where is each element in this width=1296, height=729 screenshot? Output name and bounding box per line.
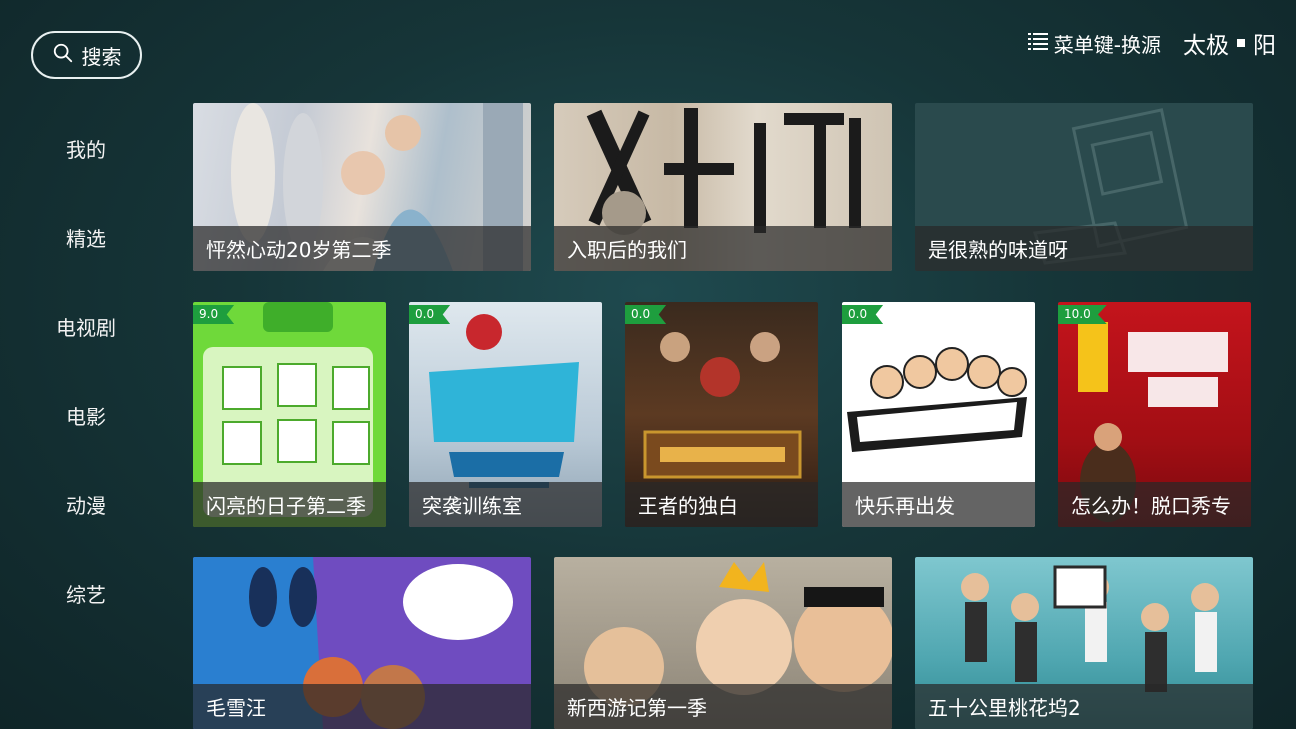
search-button[interactable]: 搜索 bbox=[31, 31, 142, 79]
media-card[interactable]: 9.0 闪亮的日子第二季 bbox=[193, 302, 386, 527]
card-title: 快乐再出发 bbox=[842, 482, 1035, 527]
source-name: 太极 bbox=[1183, 33, 1229, 59]
media-card[interactable]: 0.0 快乐再出发 bbox=[842, 302, 1035, 527]
sidebar-item-tv-series[interactable]: 电视剧 bbox=[0, 282, 172, 371]
sidebar-item-variety[interactable]: 综艺 bbox=[0, 549, 172, 638]
card-title: 是很熟的味道呀 bbox=[915, 226, 1253, 271]
card-title: 王者的独白 bbox=[625, 482, 818, 527]
media-card[interactable]: 毛雪汪 bbox=[193, 557, 531, 729]
separator-dot bbox=[1237, 39, 1245, 47]
card-title: 突袭训练室 bbox=[409, 482, 602, 527]
sidebar-item-anime[interactable]: 动漫 bbox=[0, 460, 172, 549]
menu-hint-text: 菜单键-换源 bbox=[1053, 32, 1161, 57]
media-card[interactable]: 0.0 王者的独白 bbox=[625, 302, 818, 527]
card-title: 怎么办！脱口秀专 bbox=[1058, 482, 1251, 527]
card-title: 毛雪汪 bbox=[193, 684, 531, 729]
card-title: 怦然心动20岁第二季 bbox=[193, 226, 531, 271]
sidebar-nav: 我的 精选 电视剧 电影 动漫 综艺 bbox=[0, 104, 172, 638]
card-title: 闪亮的日子第二季 bbox=[193, 482, 386, 527]
list-icon bbox=[1027, 31, 1048, 55]
media-card[interactable]: 入职后的我们 bbox=[554, 103, 892, 271]
source-selector[interactable]: 太极 阳 bbox=[1183, 26, 1276, 60]
search-label: 搜索 bbox=[81, 44, 122, 69]
sidebar-item-movies[interactable]: 电影 bbox=[0, 371, 172, 460]
sidebar-item-mine[interactable]: 我的 bbox=[0, 104, 172, 193]
media-card[interactable]: 是很熟的味道呀 bbox=[915, 103, 1253, 271]
media-card[interactable]: 10.0 怎么办！脱口秀专 bbox=[1058, 302, 1251, 527]
media-card[interactable]: 怦然心动20岁第二季 bbox=[193, 103, 531, 271]
media-card[interactable]: 0.0 突袭训练室 bbox=[409, 302, 602, 527]
menu-hint: 菜单键-换源 bbox=[1027, 29, 1161, 58]
media-card[interactable]: 五十公里桃花坞2 bbox=[915, 557, 1253, 729]
header-right: 菜单键-换源 太极 阳 bbox=[1027, 26, 1276, 60]
card-title: 五十公里桃花坞2 bbox=[915, 684, 1253, 729]
media-card[interactable]: 新西游记第一季 bbox=[554, 557, 892, 729]
source-sub: 阳 bbox=[1253, 33, 1276, 59]
card-title: 入职后的我们 bbox=[554, 226, 892, 271]
card-title: 新西游记第一季 bbox=[554, 684, 892, 729]
search-icon bbox=[52, 42, 74, 69]
sidebar-item-featured[interactable]: 精选 bbox=[0, 193, 172, 282]
